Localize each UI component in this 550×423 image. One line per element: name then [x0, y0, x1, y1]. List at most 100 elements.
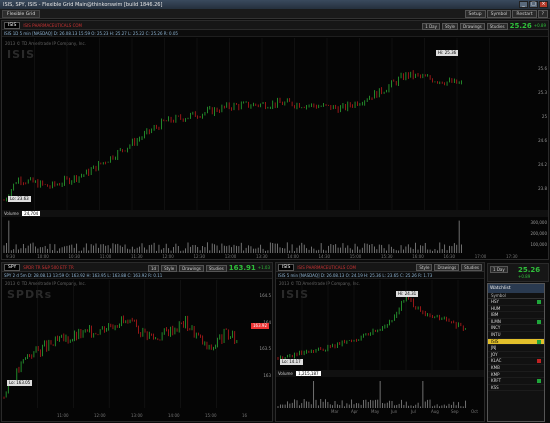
time-tick-label: 11:30	[131, 254, 143, 259]
window-titlebar[interactable]: ISIS, SPY, ISIS - Flexible Grid Main@thi…	[0, 0, 550, 9]
time-tick-label: 16	[242, 413, 248, 418]
time-tick-label: 12:30	[193, 254, 206, 259]
time-tick-label: 16:00	[412, 254, 424, 259]
price-tick-label: 163.5	[259, 346, 271, 352]
time-tick-label: 17:30	[506, 254, 518, 259]
volume-value: 24,704	[22, 211, 41, 216]
last-price: 163.91	[228, 264, 256, 272]
time-tick-label: 16:30	[443, 254, 456, 259]
time-tick-label: 17:00	[474, 254, 487, 259]
symbol-button[interactable]: Symbol	[486, 10, 512, 18]
time-tick-label: 12:00	[94, 413, 106, 418]
period-button[interactable]: 1d	[148, 264, 160, 272]
watchlist-row[interactable]: IBM	[488, 312, 544, 319]
watchlist-row[interactable]: INTU	[488, 332, 544, 339]
watchlist-row[interactable]: ILMN	[488, 319, 544, 326]
volume-label: Volume	[4, 211, 19, 216]
watchlist-row[interactable]: HUM	[488, 306, 544, 313]
quote-line: ISIS 1D 5 min [NASDAQ] D: 26.08.13 15:59…	[2, 30, 548, 37]
time-tick-label: 12:00	[162, 254, 174, 259]
studies-button[interactable]: Studies	[486, 22, 508, 30]
style-button[interactable]: Style	[441, 22, 459, 30]
time-tick-label: Oct	[471, 409, 478, 414]
symbol-input[interactable]: SPY	[4, 263, 21, 271]
last-price-tag: 163.92	[251, 323, 269, 329]
studies-button[interactable]: Studies	[205, 264, 227, 272]
price-chart-canvas[interactable]	[2, 38, 522, 210]
watchlist-symbol: ILMN	[491, 318, 501, 324]
watchlist-symbol: JOY	[491, 351, 498, 357]
watchlist-symbol: JNJ	[491, 345, 497, 351]
watchlist-row[interactable]: KMB	[488, 365, 544, 372]
price-change: +0.89	[518, 274, 531, 279]
company-name: ISIS PHARMACEUTICALS COM	[23, 22, 82, 28]
minimize-button[interactable]: _	[519, 1, 528, 8]
status-indicator-icon	[537, 319, 541, 324]
watchlist-symbol: KMP	[491, 371, 500, 377]
price-tick-label: 25.3	[538, 90, 547, 95]
watchlist-row[interactable]: KRFT	[488, 378, 544, 385]
volume-chart-canvas[interactable]	[276, 378, 484, 408]
watchlist-row[interactable]: INCY	[488, 325, 544, 332]
watchlist-row[interactable]: HSY	[488, 299, 544, 306]
top-chart-panel: ISIS ISIS PHARMACEUTICALS COM 1 Day Styl…	[1, 20, 549, 260]
period-button[interactable]: 1 Day	[422, 22, 440, 30]
help-button[interactable]: ?	[537, 10, 548, 18]
price-tick-label: 100,000	[530, 242, 547, 247]
close-button[interactable]: ×	[539, 1, 548, 8]
restart-button[interactable]: Restart	[512, 10, 537, 18]
watchlist-symbol: KSS	[491, 384, 499, 390]
watchlist-symbol: INCY	[491, 325, 501, 331]
volume-value: 1,215,187	[296, 371, 321, 376]
time-tick-label: 11:00	[57, 413, 69, 418]
low-tag: Lo: 23.63	[8, 196, 31, 202]
drawings-button[interactable]: Drawings	[460, 22, 485, 30]
price-chart-canvas[interactable]	[276, 280, 484, 370]
symbol-input[interactable]: ISIS	[278, 263, 295, 271]
watchlist-row[interactable]: KLAC	[488, 358, 544, 365]
style-button[interactable]: Style	[416, 264, 433, 271]
volume-chart-canvas[interactable]	[2, 217, 522, 253]
price-tick-label: 200,000	[530, 231, 547, 236]
price-chart-canvas[interactable]	[2, 280, 252, 408]
watchlist-row[interactable]: JNJ	[488, 345, 544, 352]
time-tick-label: 14:00	[168, 413, 180, 418]
isis-quote-box: 25.26 1 Day +0.89	[487, 263, 549, 282]
drawings-button[interactable]: Drawings	[179, 264, 204, 272]
setup-button[interactable]: Setup	[464, 10, 486, 18]
tab-flexible-grid[interactable]: Flexible Grid	[2, 9, 41, 18]
window-title: ISIS, SPY, ISIS - Flexible Grid Main@thi…	[3, 1, 163, 8]
last-price: 25.26	[518, 266, 541, 274]
watchlist-symbol: ISIS	[491, 338, 499, 344]
company-name: SPDR TR S&P 500 ETF TR	[23, 264, 74, 270]
quote-line: ISIS 5 min [NASDAQ] D: 26.08.13 O: 24.19…	[276, 272, 484, 279]
spy-chart-panel: SPY SPDR TR S&P 500 ETF TR 1d Style Draw…	[1, 262, 273, 422]
status-indicator-icon	[537, 379, 541, 384]
watchlist-row[interactable]: JOY	[488, 352, 544, 359]
time-tick-label: 14:00	[287, 254, 299, 259]
watchlist-panel: Watchlist Symbol HSY HUM IBM ILMN INCY INTU IS…	[487, 283, 545, 422]
price-tick-label: 25	[541, 114, 547, 119]
maximize-button[interactable]: □	[529, 1, 538, 8]
price-tick-label: 24.6	[538, 138, 547, 143]
style-button[interactable]: Style	[161, 264, 178, 272]
time-tick-label: 10:00	[37, 254, 49, 259]
watchlist-row[interactable]: ISIS	[488, 338, 544, 346]
volume-header: Volume 1,215,187	[276, 370, 484, 377]
drawings-button[interactable]: Drawings	[434, 264, 460, 271]
price-tick-label: 164.5	[259, 293, 271, 298]
status-indicator-icon	[537, 300, 541, 304]
watchlist-symbol: IBM	[491, 312, 499, 318]
watchlist-row[interactable]: KSS	[488, 385, 544, 392]
period-button[interactable]: 1 Day	[490, 266, 508, 273]
time-tick-label: 13:00	[131, 413, 143, 418]
watchlist-title[interactable]: Watchlist	[488, 284, 544, 293]
studies-button[interactable]: Studies	[461, 264, 482, 271]
symbol-input[interactable]: ISIS	[4, 21, 21, 29]
time-tick-label: Aug	[431, 409, 439, 414]
time-tick-label: Jun	[391, 409, 398, 414]
price-tick-label: 24.2	[538, 162, 547, 167]
time-tick-label: 15:30	[381, 254, 393, 259]
time-tick-label: 13:30	[256, 254, 268, 259]
watchlist-row[interactable]: KMP	[488, 372, 544, 379]
